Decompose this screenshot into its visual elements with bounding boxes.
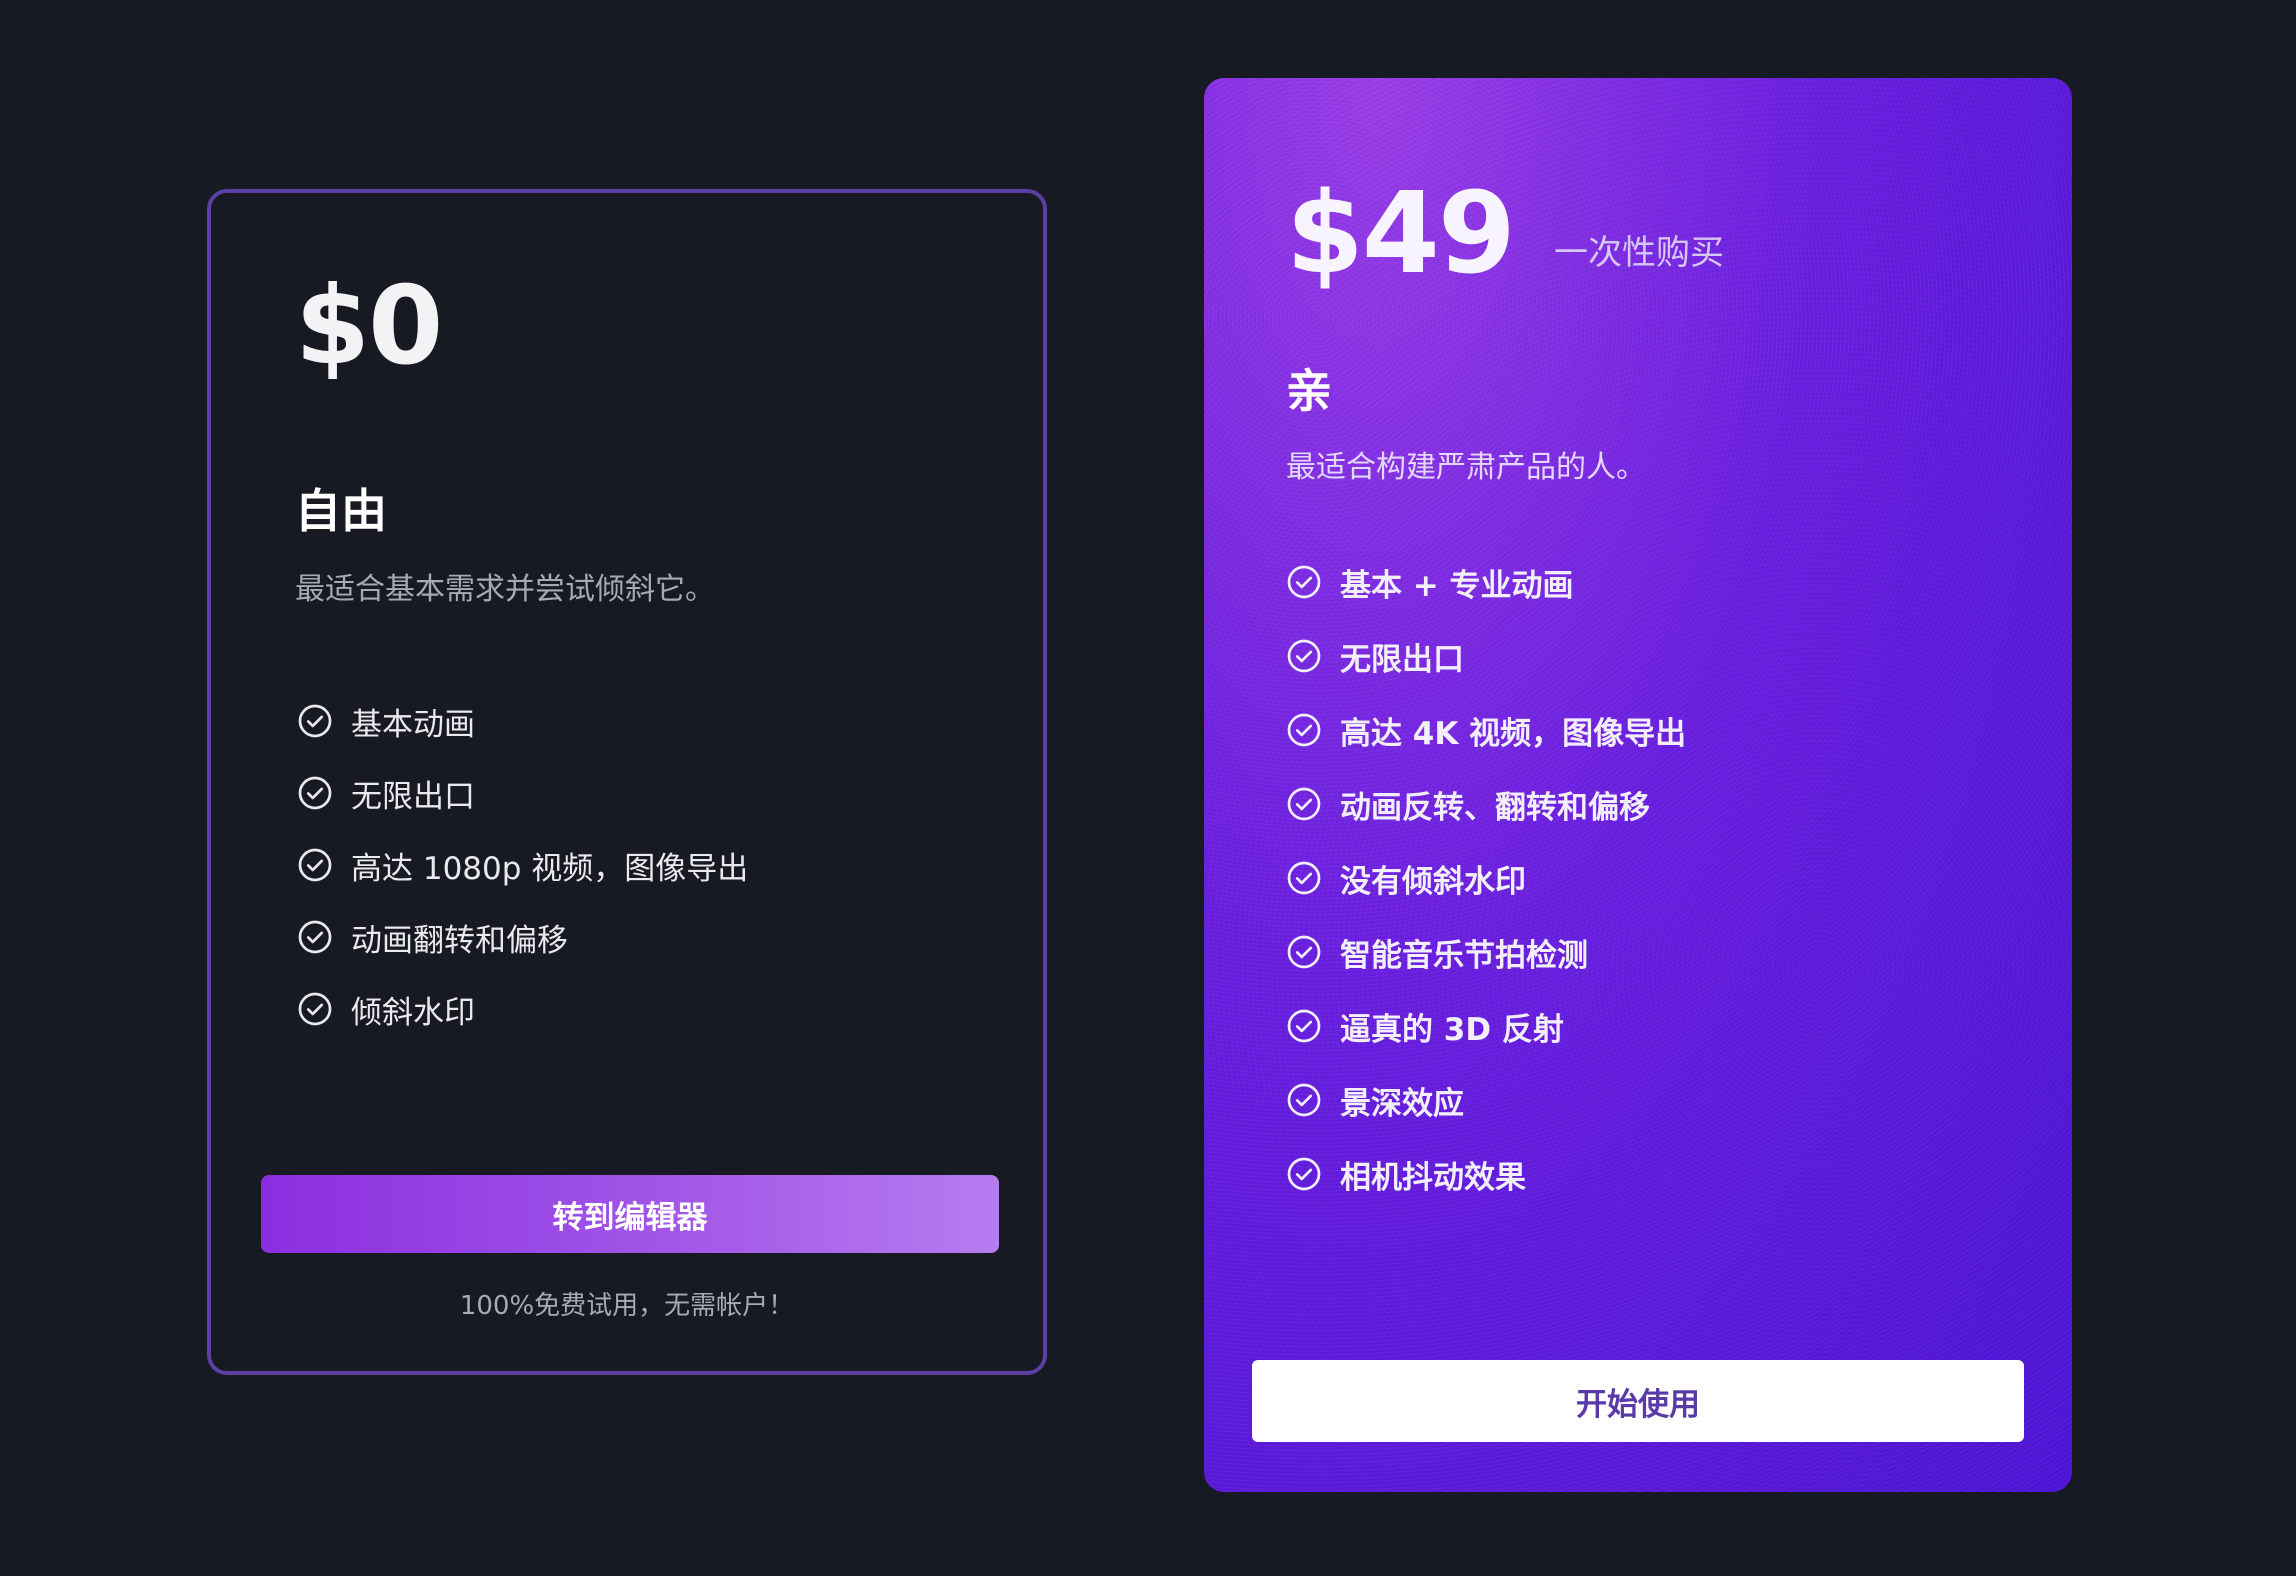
- pro-plan-description: 最适合构建严肃产品的人。: [1286, 450, 1646, 485]
- feature-text: 无限出口: [351, 778, 475, 815]
- feature-item: 高达 1080p 视频，图像导出: [297, 829, 748, 901]
- check-circle-icon: [298, 704, 332, 738]
- feature-item: 动画反转、翻转和偏移: [1286, 767, 1686, 841]
- check-circle-icon: [298, 848, 332, 882]
- feature-item: 景深效应: [1286, 1063, 1686, 1137]
- feature-text: 基本 + 专业动画: [1340, 567, 1574, 604]
- feature-item: 基本 + 专业动画: [1286, 545, 1686, 619]
- feature-item: 无限出口: [1286, 619, 1686, 693]
- check-circle-icon: [1287, 1157, 1321, 1191]
- check-circle-icon: [298, 776, 332, 810]
- pro-plan-name: 亲: [1286, 364, 1332, 418]
- feature-item: 基本动画: [297, 685, 748, 757]
- feature-text: 倾斜水印: [351, 994, 475, 1031]
- feature-item: 无限出口: [297, 757, 748, 829]
- free-trial-note: 100%免费试用，无需帐户！: [459, 1291, 795, 1321]
- pricing-page: $0 自由 最适合基本需求并尝试倾斜它。 基本动画 无限出口 高达 1080p …: [0, 0, 2296, 1576]
- check-circle-icon: [298, 992, 332, 1026]
- feature-text: 智能音乐节拍检测: [1340, 937, 1588, 974]
- get-started-button[interactable]: 开始使用: [1252, 1360, 2024, 1442]
- feature-item: 没有倾斜水印: [1286, 841, 1686, 915]
- check-circle-icon: [1287, 787, 1321, 821]
- feature-text: 无限出口: [1340, 641, 1464, 678]
- feature-item: 相机抖动效果: [1286, 1137, 1686, 1211]
- feature-text: 没有倾斜水印: [1340, 863, 1526, 900]
- check-circle-icon: [1287, 861, 1321, 895]
- feature-item: 高达 4K 视频，图像导出: [1286, 693, 1686, 767]
- free-plan-feature-list: 基本动画 无限出口 高达 1080p 视频，图像导出 动画翻转和偏移 倾斜水印: [297, 685, 748, 1045]
- feature-item: 逼真的 3D 反射: [1286, 989, 1686, 1063]
- feature-item: 动画翻转和偏移: [297, 901, 748, 973]
- check-circle-icon: [1287, 713, 1321, 747]
- feature-text: 动画翻转和偏移: [351, 922, 568, 959]
- feature-text: 相机抖动效果: [1340, 1159, 1526, 1196]
- check-circle-icon: [1287, 565, 1321, 599]
- free-plan-card: $0 自由 最适合基本需求并尝试倾斜它。 基本动画 无限出口 高达 1080p …: [207, 189, 1047, 1375]
- pro-plan-card: $49 一次性购买 亲 最适合构建严肃产品的人。 基本 + 专业动画 无限出口 …: [1204, 78, 2072, 1492]
- feature-text: 景深效应: [1340, 1085, 1464, 1122]
- feature-text: 基本动画: [351, 706, 475, 743]
- feature-text: 高达 4K 视频，图像导出: [1340, 715, 1687, 752]
- go-to-editor-button[interactable]: 转到编辑器: [261, 1175, 999, 1253]
- free-plan-description: 最适合基本需求并尝试倾斜它。: [295, 572, 715, 607]
- feature-text: 动画反转、翻转和偏移: [1340, 789, 1650, 826]
- check-circle-icon: [1287, 935, 1321, 969]
- check-circle-icon: [298, 920, 332, 954]
- free-plan-price: $0: [295, 264, 443, 389]
- feature-item: 智能音乐节拍检测: [1286, 915, 1686, 989]
- pro-plan-price: $49: [1286, 169, 1516, 299]
- pro-plan-price-suffix: 一次性购买: [1554, 233, 1724, 273]
- check-circle-icon: [1287, 639, 1321, 673]
- free-plan-name: 自由: [295, 484, 387, 538]
- pro-plan-feature-list: 基本 + 专业动画 无限出口 高达 4K 视频，图像导出 动画反转、翻转和偏移 …: [1286, 545, 1686, 1211]
- check-circle-icon: [1287, 1083, 1321, 1117]
- feature-item: 倾斜水印: [297, 973, 748, 1045]
- feature-text: 高达 1080p 视频，图像导出: [351, 850, 749, 887]
- feature-text: 逼真的 3D 反射: [1340, 1011, 1564, 1048]
- check-circle-icon: [1287, 1009, 1321, 1043]
